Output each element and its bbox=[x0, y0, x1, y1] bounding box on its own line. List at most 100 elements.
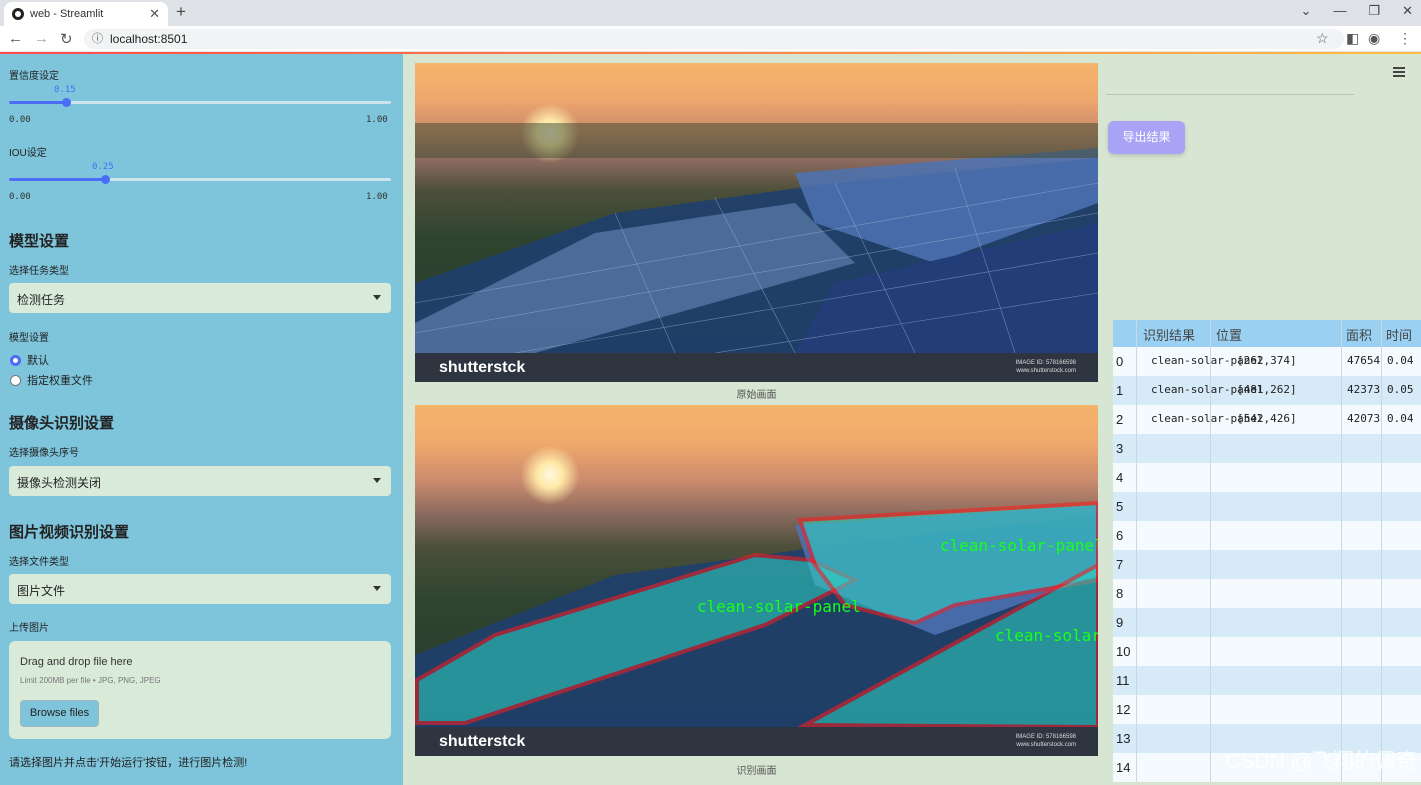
upload-label: 上传图片 bbox=[9, 623, 49, 634]
browser-tab[interactable]: web - Streamlit ✕ bbox=[4, 2, 168, 26]
radio-unselected-icon bbox=[10, 374, 21, 386]
browser-menu-icon[interactable]: ⋮ bbox=[1398, 30, 1412, 47]
detection-label-3: clean-solar-panel bbox=[995, 626, 1098, 645]
csdn-watermark: CSDN @飞翔的佩奇 bbox=[1225, 750, 1417, 773]
back-icon[interactable]: ← bbox=[8, 30, 23, 47]
close-window-icon[interactable]: ✕ bbox=[1402, 3, 1413, 19]
cell-area bbox=[1342, 492, 1382, 521]
side-panel-icon[interactable]: ◧ bbox=[1346, 30, 1359, 47]
export-results-button[interactable]: 导出结果 bbox=[1108, 121, 1185, 154]
cell-position bbox=[1211, 492, 1342, 521]
cell-position: [262,374] bbox=[1211, 347, 1342, 376]
original-image: shutterstck IMAGE ID: 578166598 www.shut… bbox=[415, 63, 1098, 382]
iou-slider[interactable] bbox=[9, 175, 391, 184]
iou-min: 0.00 bbox=[9, 192, 31, 202]
header-time[interactable]: 时间 bbox=[1382, 320, 1421, 347]
chevron-down-icon bbox=[373, 295, 381, 300]
radio-custom-weights[interactable]: 指定权重文件 bbox=[10, 372, 93, 388]
results-table[interactable]: 识别结果 位置 面积 时间 0 clean-solar-panel [262,374… bbox=[1113, 320, 1421, 785]
task-type-select[interactable]: 检测任务 bbox=[9, 283, 391, 313]
forward-icon[interactable]: → bbox=[34, 30, 49, 47]
solar-farm-photo bbox=[415, 63, 1098, 353]
file-type-select[interactable]: 图片文件 bbox=[9, 574, 391, 604]
table-row[interactable]: 2 clean-solar-panel [542,426] 42073 0.04 bbox=[1113, 405, 1421, 434]
cell-position: [481,262] bbox=[1211, 376, 1342, 405]
bookmark-star-icon[interactable]: ☆ bbox=[1316, 30, 1329, 47]
cell-area: 42373 bbox=[1342, 376, 1382, 405]
cell-area bbox=[1342, 637, 1382, 666]
iou-label: IOU设定 bbox=[9, 148, 47, 159]
radio-default[interactable]: 默认 bbox=[10, 352, 49, 368]
row-index: 5 bbox=[1113, 492, 1137, 521]
cell-position bbox=[1211, 521, 1342, 550]
row-index: 4 bbox=[1113, 463, 1137, 492]
detected-caption: 识别画面 bbox=[736, 766, 777, 777]
table-row[interactable]: 8 bbox=[1113, 579, 1421, 608]
table-row[interactable]: 12 bbox=[1113, 695, 1421, 724]
solar-panels-graphic bbox=[415, 123, 1098, 353]
cell-position bbox=[1211, 695, 1342, 724]
confidence-label: 置信度设定 bbox=[9, 71, 59, 82]
table-row[interactable]: 4 bbox=[1113, 463, 1421, 492]
cell-position bbox=[1211, 463, 1342, 492]
cell-area bbox=[1342, 463, 1382, 492]
row-index: 7 bbox=[1113, 550, 1137, 579]
cell-area bbox=[1342, 550, 1382, 579]
camera-settings-heading: 摄像头识别设置 bbox=[9, 415, 115, 432]
profile-icon[interactable]: ◉ bbox=[1368, 30, 1380, 47]
table-row[interactable]: 3 bbox=[1113, 434, 1421, 463]
row-index: 1 bbox=[1113, 376, 1137, 405]
header-result[interactable]: 识别结果 bbox=[1137, 320, 1211, 347]
camera-value: 摄像头检测关闭 bbox=[17, 476, 102, 490]
minimize-icon[interactable]: — bbox=[1333, 3, 1346, 19]
iou-slider-thumb[interactable] bbox=[100, 175, 110, 184]
iou-slider-fill bbox=[9, 178, 105, 181]
row-index: 12 bbox=[1113, 695, 1137, 724]
image-id-line2: www.shutterstock.com bbox=[1016, 368, 1076, 374]
cell-area bbox=[1342, 608, 1382, 637]
divider bbox=[1106, 94, 1354, 95]
table-row[interactable]: 6 bbox=[1113, 521, 1421, 550]
address-bar[interactable]: ⓘ localhost:8501 bbox=[84, 29, 1344, 49]
table-row[interactable]: 10 bbox=[1113, 637, 1421, 666]
iou-max: 1.00 bbox=[366, 192, 388, 202]
detection-label-2: clean-solar-panel bbox=[940, 536, 1098, 555]
table-row[interactable]: 11 bbox=[1113, 666, 1421, 695]
row-index: 10 bbox=[1113, 637, 1137, 666]
table-row[interactable]: 5 bbox=[1113, 492, 1421, 521]
camera-select[interactable]: 摄像头检测关闭 bbox=[9, 466, 391, 496]
cell-time bbox=[1382, 666, 1421, 695]
table-row[interactable]: 9 bbox=[1113, 608, 1421, 637]
cell-result bbox=[1137, 608, 1211, 637]
reload-icon[interactable]: ↻ bbox=[60, 30, 73, 48]
collapse-tabs-icon[interactable]: ⌄ bbox=[1301, 3, 1312, 19]
chevron-down-icon bbox=[373, 478, 381, 483]
cell-result bbox=[1137, 492, 1211, 521]
table-row[interactable]: 1 clean-solar-panel [481,262] 42373 0.05 bbox=[1113, 376, 1421, 405]
cell-area: 47654 bbox=[1342, 347, 1382, 376]
camera-index-label: 选择摄像头序号 bbox=[9, 448, 79, 459]
file-uploader-dropzone[interactable]: Drag and drop file here Limit 200MB per … bbox=[9, 641, 391, 739]
new-tab-icon[interactable]: + bbox=[176, 2, 186, 22]
row-index: 11 bbox=[1113, 666, 1137, 695]
header-position[interactable]: 位置 bbox=[1211, 320, 1342, 347]
cell-time bbox=[1382, 637, 1421, 666]
browse-files-button[interactable]: Browse files bbox=[20, 700, 99, 727]
main-area: shutterstck IMAGE ID: 578166598 www.shut… bbox=[403, 54, 1421, 785]
confidence-slider-thumb[interactable] bbox=[62, 98, 72, 107]
hamburger-menu-icon[interactable] bbox=[1393, 67, 1405, 79]
shutterstock-logo: shutterstck bbox=[439, 359, 526, 376]
table-row[interactable]: 7 bbox=[1113, 550, 1421, 579]
confidence-slider[interactable] bbox=[9, 98, 391, 107]
restore-icon[interactable]: ❐ bbox=[1368, 3, 1380, 19]
cell-result: clean-solar-panel bbox=[1137, 347, 1264, 376]
table-row[interactable]: 0 clean-solar-panel [262,374] 47654 0.04 bbox=[1113, 347, 1421, 376]
site-info-icon[interactable]: ⓘ bbox=[92, 29, 103, 49]
header-area[interactable]: 面积 bbox=[1342, 320, 1382, 347]
close-tab-icon[interactable]: ✕ bbox=[149, 6, 160, 22]
cell-area bbox=[1342, 666, 1382, 695]
image-id-text: IMAGE ID: 578166598 www.shutterstock.com bbox=[1016, 733, 1076, 749]
cell-area bbox=[1342, 579, 1382, 608]
browser-toolbar: ← → ↻ ⓘ localhost:8501 ☆ ◧ ◉ ⋮ bbox=[0, 26, 1421, 52]
model-settings-heading: 模型设置 bbox=[9, 233, 70, 250]
